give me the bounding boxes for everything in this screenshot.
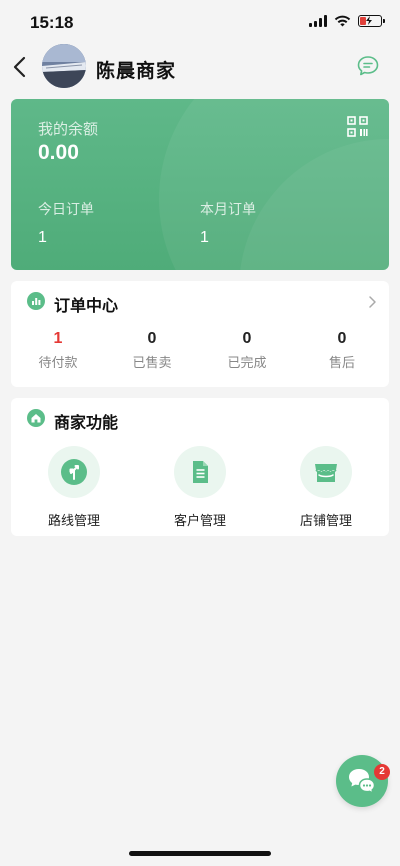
back-button[interactable] — [10, 52, 30, 82]
customer-management-button[interactable]: 客户管理 — [145, 446, 255, 529]
order-status-after-sales[interactable]: 0 售后 — [297, 329, 387, 371]
document-icon — [193, 461, 208, 483]
bar-chart-icon — [27, 292, 45, 310]
order-count: 0 — [337, 330, 347, 347]
route-management-label: 路线管理 — [47, 513, 100, 528]
order-label: 已售卖 — [132, 355, 172, 370]
store-management-label: 店铺管理 — [299, 513, 352, 528]
status-time: 15:18 — [30, 13, 74, 32]
order-status-completed[interactable]: 0 已完成 — [202, 329, 292, 371]
balance-card[interactable]: 我的余额 0.00 今日订单 1 本月订单 1 — [11, 99, 389, 270]
qr-code-icon[interactable] — [347, 116, 368, 137]
chevron-right-icon[interactable] — [367, 295, 377, 309]
signal-icon — [309, 15, 327, 27]
today-orders-value: 1 — [38, 229, 47, 246]
floating-chat-button[interactable]: 2 — [336, 755, 390, 807]
customer-management-label: 客户管理 — [173, 513, 226, 528]
store-icon — [315, 464, 337, 482]
page-header: 陈晨商家 — [0, 40, 400, 96]
order-count: 0 — [242, 330, 252, 347]
order-label: 售后 — [328, 355, 355, 370]
merchant-functions-title: 商家功能 — [54, 415, 119, 432]
route-management-button[interactable]: 路线管理 — [19, 446, 129, 529]
today-orders-label: 今日订单 — [38, 201, 94, 217]
status-icons — [309, 15, 385, 27]
month-orders-value: 1 — [200, 229, 209, 246]
home-indicator — [129, 851, 271, 856]
order-label: 待付款 — [38, 355, 78, 370]
order-label: 已完成 — [227, 355, 267, 370]
order-center-title: 订单中心 — [54, 298, 119, 315]
merchant-functions-panel: 商家功能 路线管理 客户管理 店铺管理 — [11, 398, 389, 536]
order-status-sold[interactable]: 0 已售卖 — [107, 329, 197, 371]
order-count: 1 — [53, 330, 63, 347]
notification-badge: 2 — [374, 764, 390, 780]
store-management-button[interactable]: 店铺管理 — [271, 446, 381, 529]
month-orders-label: 本月订单 — [200, 201, 256, 217]
balance-value: 0.00 — [38, 141, 79, 164]
shop-name: 陈晨商家 — [96, 61, 177, 82]
order-center-panel: 订单中心 1 待付款 0 已售卖 0 已完成 0 售后 — [11, 281, 389, 387]
route-icon — [61, 459, 87, 485]
home-icon — [27, 409, 45, 427]
message-button[interactable] — [356, 54, 380, 78]
order-status-pending-payment[interactable]: 1 待付款 — [13, 329, 103, 371]
wifi-icon — [334, 15, 351, 27]
avatar[interactable] — [42, 44, 86, 88]
order-count: 0 — [147, 330, 157, 347]
balance-label: 我的余额 — [38, 121, 99, 138]
battery-icon — [358, 15, 385, 27]
